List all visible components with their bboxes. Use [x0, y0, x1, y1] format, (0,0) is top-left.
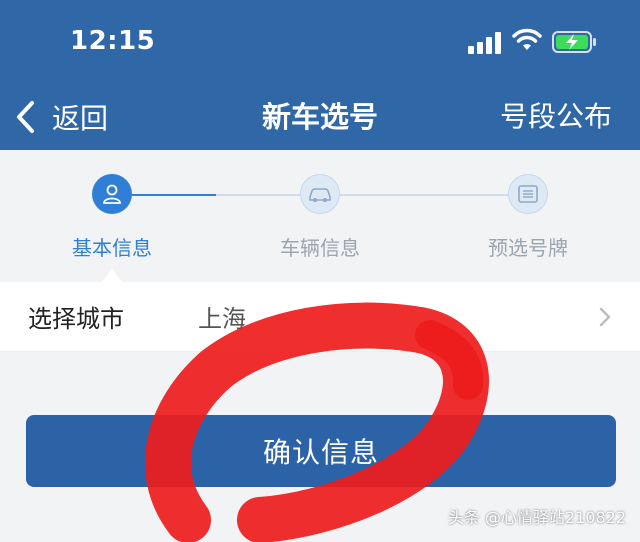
status-time: 12:15	[70, 26, 156, 56]
app-header: 12:15 返回 新车选号 号段公布	[0, 0, 640, 150]
nav-bar: 返回 新车选号 号段公布	[0, 84, 640, 150]
segment-announcement-link[interactable]: 号段公布	[500, 94, 612, 140]
cellular-signal-icon	[468, 32, 502, 54]
chevron-right-icon	[599, 307, 611, 327]
step-basic-info: 基本信息	[52, 174, 172, 261]
city-select-row[interactable]: 选择城市 上海	[0, 282, 640, 352]
progress-steps: 基本信息 车辆信息 预选号牌	[0, 150, 640, 282]
watermark: 头条 @心情驿站210822	[447, 508, 626, 527]
wifi-icon	[512, 28, 542, 50]
car-icon	[300, 174, 340, 214]
plate-icon	[508, 174, 548, 214]
city-label: 选择城市	[28, 305, 124, 333]
step-preselect-plate: 预选号牌	[468, 174, 588, 261]
confirm-info-button[interactable]: 确认信息	[26, 415, 616, 487]
step-label: 基本信息	[72, 236, 152, 260]
step-label: 车辆信息	[280, 236, 360, 260]
active-step-pointer	[102, 268, 122, 282]
step-vehicle-info: 车辆信息	[260, 174, 380, 261]
step-label: 预选号牌	[488, 236, 568, 260]
status-bar: 12:15	[0, 0, 640, 84]
city-value: 上海	[198, 305, 246, 333]
battery-charging-icon	[552, 31, 596, 53]
user-icon	[92, 174, 132, 214]
